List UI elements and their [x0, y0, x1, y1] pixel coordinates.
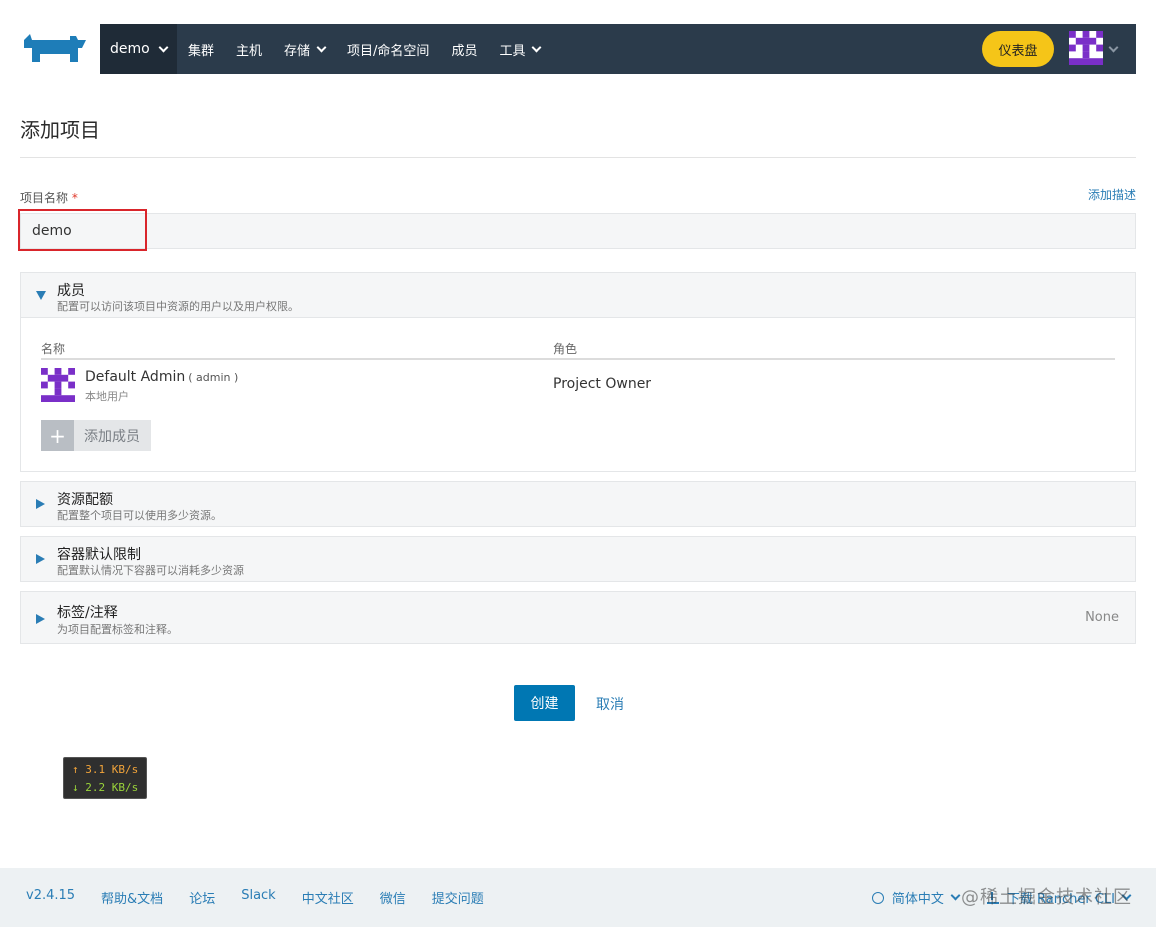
triangle-right-icon [36, 614, 45, 624]
scope-selector[interactable]: demo [100, 24, 177, 74]
member-type: 本地用户 [85, 390, 129, 403]
footer-link-issue[interactable]: 提交问题 [432, 888, 484, 907]
user-avatar[interactable] [1069, 31, 1103, 65]
nav-item-members[interactable]: 成员 [440, 24, 488, 74]
project-name-input[interactable]: demo [20, 213, 1136, 249]
member-name: Default Admin( admin ) [85, 369, 239, 385]
highlight-box [18, 209, 147, 251]
member-avatar [41, 368, 75, 402]
triangle-right-icon [36, 499, 45, 509]
nav-item-tools[interactable]: 工具 [488, 24, 551, 74]
project-name-label: 项目名称 * [20, 191, 78, 205]
chevron-down-icon [532, 42, 542, 52]
footer-link-slack[interactable]: Slack [241, 888, 276, 907]
required-mark: * [71, 191, 78, 205]
triangle-right-icon [36, 554, 45, 564]
footer-link-docs[interactable]: 帮助&文档 [101, 888, 163, 907]
section-title: 标签/注释 [57, 605, 118, 621]
nav-item-hosts[interactable]: 主机 [225, 24, 273, 74]
footer-links: v2.4.15 帮助&文档 论坛 Slack 中文社区 微信 提交问题 [26, 888, 510, 907]
section-subtitle: 为项目配置标签和注释。 [57, 623, 178, 636]
network-speed-widget: ↑ 3.1 KB/s ↓ 2.2 KB/s [63, 757, 147, 799]
labels-section[interactable]: 标签/注释 为项目配置标签和注释。 None [20, 591, 1136, 644]
section-subtitle: 配置默认情况下容器可以消耗多少资源 [57, 564, 244, 577]
members-section-header[interactable]: 成员 配置可以访问该项目中资源的用户以及用户权限。 [21, 273, 1135, 317]
add-description-link[interactable]: 添加描述 [1088, 186, 1136, 203]
member-login: ( admin ) [188, 371, 239, 384]
footer-link-community[interactable]: 中文社区 [302, 888, 354, 907]
chevron-down-icon [950, 890, 961, 901]
chevron-down-icon[interactable] [1108, 42, 1119, 53]
watermark: @稀土掘金技术社区 [961, 887, 1132, 908]
column-header-name: 名称 [41, 342, 66, 356]
add-member-button[interactable]: + 添加成员 [41, 420, 151, 451]
nav-item-storage[interactable]: 存储 [273, 24, 336, 74]
divider [20, 157, 1136, 158]
page-title: 添加项目 [20, 118, 100, 142]
download-speed: ↓ 2.2 KB/s [72, 781, 139, 794]
add-member-label: 添加成员 [84, 428, 140, 445]
footer-link-wechat[interactable]: 微信 [380, 888, 406, 907]
plus-icon: + [41, 420, 74, 451]
divider [41, 358, 1115, 360]
main-nav: 集群 主机 存储 项目/命名空间 成员 工具 [177, 24, 551, 74]
resource-quota-section[interactable]: 资源配额 配置整个项目可以使用多少资源。 [20, 481, 1136, 527]
upload-speed: ↑ 3.1 KB/s [72, 763, 139, 776]
create-button[interactable]: 创建 [514, 685, 575, 721]
footer-link-forum[interactable]: 论坛 [189, 888, 215, 907]
members-section: 成员 配置可以访问该项目中资源的用户以及用户权限。 名称 角色 Default … [20, 272, 1136, 472]
scope-label: demo [110, 41, 150, 57]
chevron-down-icon [316, 42, 327, 52]
top-nav-bar: demo 集群 主机 存储 项目/命名空间 成员 工具 仪表盘 [100, 24, 1136, 74]
container-limits-section[interactable]: 容器默认限制 配置默认情况下容器可以消耗多少资源 [20, 536, 1136, 582]
nav-item-cluster[interactable]: 集群 [177, 24, 225, 74]
triangle-down-icon [36, 291, 46, 300]
member-role-select[interactable]: Project Owner [553, 376, 651, 392]
section-subtitle: 配置整个项目可以使用多少资源。 [57, 509, 222, 522]
dashboard-button[interactable]: 仪表盘 [982, 31, 1054, 67]
chevron-down-icon [158, 42, 169, 52]
section-title: 容器默认限制 [57, 547, 141, 563]
nav-item-projects[interactable]: 项目/命名空间 [336, 24, 440, 74]
rancher-logo[interactable] [20, 32, 88, 66]
version-link[interactable]: v2.4.15 [26, 888, 75, 907]
footer: v2.4.15 帮助&文档 论坛 Slack 中文社区 微信 提交问题 简体中文… [0, 868, 1156, 927]
language-selector[interactable]: 简体中文 [892, 888, 944, 907]
section-title: 成员 [57, 283, 85, 299]
section-title: 资源配额 [57, 492, 113, 508]
members-body: 名称 角色 Default Admin( admin ) 本地用户 Projec… [21, 317, 1135, 471]
labels-value: None [1085, 610, 1119, 625]
section-subtitle: 配置可以访问该项目中资源的用户以及用户权限。 [57, 300, 299, 313]
column-header-role: 角色 [553, 342, 578, 356]
cancel-button[interactable]: 取消 [596, 694, 624, 714]
globe-icon [871, 891, 884, 904]
